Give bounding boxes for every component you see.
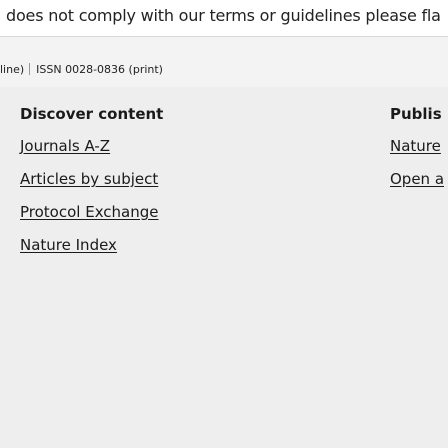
footer-link-open-access[interactable]: Open a [390,170,448,188]
issn-strip: line) ISSN 0028-0836 (print) [0,37,448,87]
issn-row: line) ISSN 0028-0836 (print) [0,63,163,76]
issn-online-fragment: line) [0,63,25,76]
separator [29,63,31,75]
footer-link-nature[interactable]: Nature [390,137,448,155]
notice-text: does not comply with our terms or guidel… [6,6,441,25]
issn-print: ISSN 0028-0836 (print) [36,63,163,76]
footer-link-protocol-exchange[interactable]: Protocol Exchange [20,203,159,221]
footer-link-journals-a-z[interactable]: Journals A-Z [20,137,110,155]
footer-link-nature-index[interactable]: Nature Index [20,236,117,254]
footer-heading-publish: Publis [390,105,442,123]
footer-link-articles-by-subject[interactable]: Articles by subject [20,170,158,188]
guidelines-notice: does not comply with our terms or guidel… [0,0,448,36]
site-footer: Discover content Journals A-Z Articles b… [0,87,448,448]
footer-heading-discover-content: Discover content [20,105,164,123]
